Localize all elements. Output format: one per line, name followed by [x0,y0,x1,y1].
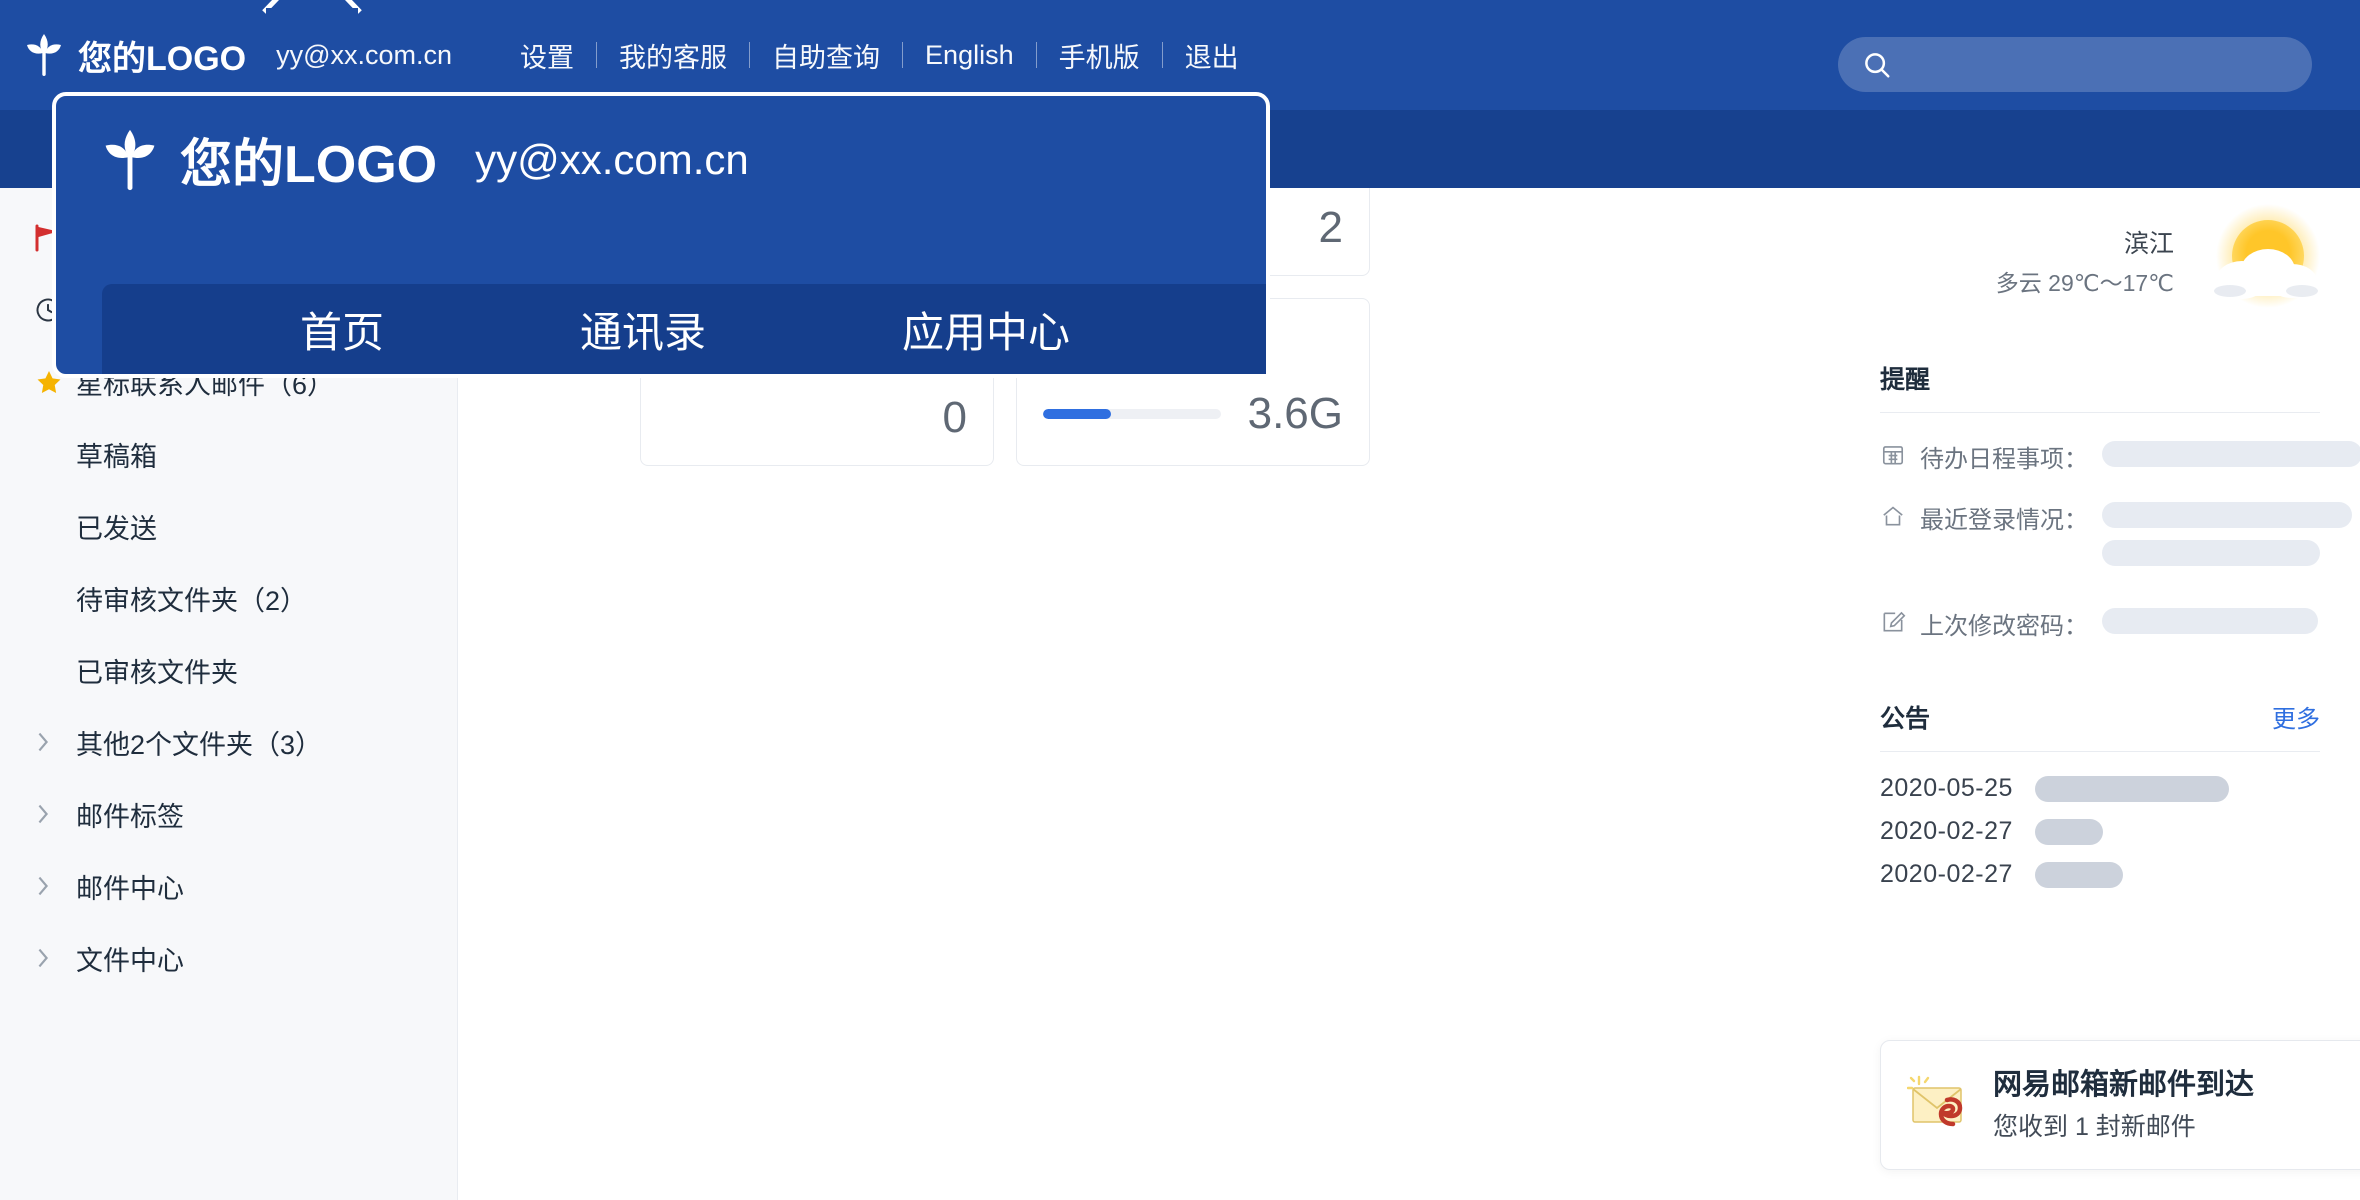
edit-icon [1880,609,1910,639]
leaf-logo-icon [24,32,64,78]
capacity-row: 3.6G [1043,389,1343,439]
announcement-date: 2020-05-25 [1880,774,2013,802]
spotlight-tabs: 首页 通讯录 应用中心 [102,284,1266,374]
announcements-title: 公告 [1880,705,1931,733]
weather-text: 滨江 多云 29℃～17℃ [1996,224,2174,302]
calendar-icon [1880,442,1910,472]
sidebar-item-pending-review-folder[interactable]: 待审核文件夹（2） [0,562,457,634]
header-nav-english[interactable]: English [903,40,1036,71]
toast-title: 网易邮箱新邮件到达 [1993,1069,2255,1101]
sun-behind-cloud-icon [2180,204,2320,322]
search-box[interactable] [1838,37,2312,92]
reminder-row-password[interactable]: 上次修改密码： [1880,606,2320,641]
sidebar-item-label: 已发送 [76,513,157,544]
weather-city: 滨江 [2123,230,2174,258]
chevron-right-icon[interactable] [34,730,68,754]
card-value: 0 [942,393,967,442]
chevron-right-icon[interactable] [34,874,68,898]
spotlight-email: yy@xx.com.cn [475,135,749,183]
weather-widget[interactable]: 滨江 多云 29℃～17℃ [1880,188,2320,338]
reminder-row-login[interactable]: 最近登录情况： [1880,500,2352,566]
sidebar-item-other-folders[interactable]: 其他2个文件夹（3） [0,706,457,778]
announcement-title-placeholder [2034,818,2103,845]
leaf-logo-icon [100,127,160,193]
chevron-right-icon[interactable] [34,802,68,826]
reminders-header: 提醒 [1880,360,2320,413]
header-logo[interactable]: 您的LOGO [24,31,246,80]
announcements-more-link[interactable]: 更多 [2272,699,2320,734]
weather-condition: 多云 29℃～17℃ [1995,270,2174,296]
header-nav-support[interactable]: 我的客服 [597,36,749,75]
card-value: 3.6G [1247,389,1343,438]
header-nav-settings[interactable]: 设置 [498,36,596,75]
header-email: yy@xx.com.cn [276,39,453,70]
spotlight-header: 您的LOGO yy@xx.com.cn [56,96,1266,197]
sidebar-item-sent[interactable]: 已发送 [0,490,457,562]
announcements-header: 公告 更多 [1880,699,2320,752]
new-mail-toast[interactable]: 网易邮箱新邮件到达 您收到 1 封新邮件 [1880,1040,2360,1170]
toast-body: 网易邮箱新邮件到达 您收到 1 封新邮件 [1993,1063,2254,1147]
search-icon [1838,50,1892,80]
reminder-label: 上次修改密码： [1920,613,2088,640]
reminder-row-schedule[interactable]: 待办日程事项： [1880,439,2360,474]
reminder-label: 最近登录情况： [1920,507,2088,534]
sidebar-item-mail-tags[interactable]: 邮件标签 [0,778,457,850]
toast-subtitle: 您收到 1 封新邮件 [1993,1113,2196,1141]
announcement-date: 2020-02-27 [1880,817,2013,845]
header-nav-self-service[interactable]: 自助查询 [750,36,902,75]
sidebar-item-reviewed-folder[interactable]: 已审核文件夹 [0,634,457,706]
search-input[interactable] [1906,49,2240,80]
header-nav-logout[interactable]: 退出 [1163,36,1261,75]
spotlight-brand: 您的LOGO [180,136,438,194]
reminder-label: 待办日程事项： [1920,446,2088,473]
sidebar-item-label: 已审核文件夹 [76,657,238,688]
announcement-row[interactable]: 2020-02-27 [1880,860,2320,889]
tab-app-center[interactable]: 应用中心 [902,299,1070,360]
reminder-placeholders [2102,500,2352,566]
announcement-date: 2020-02-27 [1880,860,2013,888]
new-mail-icon [1906,1074,1977,1136]
reminder-placeholders [2102,439,2360,467]
home-icon [1880,503,1910,533]
capacity-progress-bar [1043,409,1221,419]
announcement-row[interactable]: 2020-02-27 [1880,817,2320,846]
sidebar-item-label: 邮件标签 [76,801,184,832]
sidebar-item-mail-center[interactable]: 邮件中心 [0,850,457,922]
sidebar-item-label: 文件中心 [76,945,184,976]
chevron-right-icon[interactable] [34,946,68,970]
tab-home[interactable]: 首页 [300,299,384,360]
tab-contacts[interactable]: 通讯录 [580,299,706,360]
sidebar-item-label: 邮件中心 [76,873,184,904]
sidebar-item-label: 待审核文件夹（2） [76,585,308,616]
right-rail: 滨江 多云 29℃～17℃ 提醒 待办日程事项： 最近登录情况： 上次修改密码：… [1840,188,2360,1200]
header-nav: 设置 我的客服 自助查询 English 手机版 退出 [498,36,1261,75]
reminder-placeholders [2102,606,2318,634]
header-brand: 您的LOGO [78,39,247,78]
sidebar-item-label: 草稿箱 [76,441,157,472]
sidebar-item-file-center[interactable]: 文件中心 [0,922,457,994]
reminders-title: 提醒 [1880,366,1931,394]
header-nav-mobile[interactable]: 手机版 [1037,36,1162,75]
sidebar-item-label: 其他2个文件夹（3） [76,729,323,760]
announcement-title-placeholder [2034,775,2229,802]
announcement-row[interactable]: 2020-05-25 [1880,774,2320,803]
sidebar-item-drafts[interactable]: 草稿箱 [0,418,457,490]
spotlight-popup[interactable]: 您的LOGO yy@xx.com.cn 首页 通讯录 应用中心 [52,92,1270,378]
card-value: 2 [1318,203,1343,252]
announcement-title-placeholder [2034,861,2123,888]
